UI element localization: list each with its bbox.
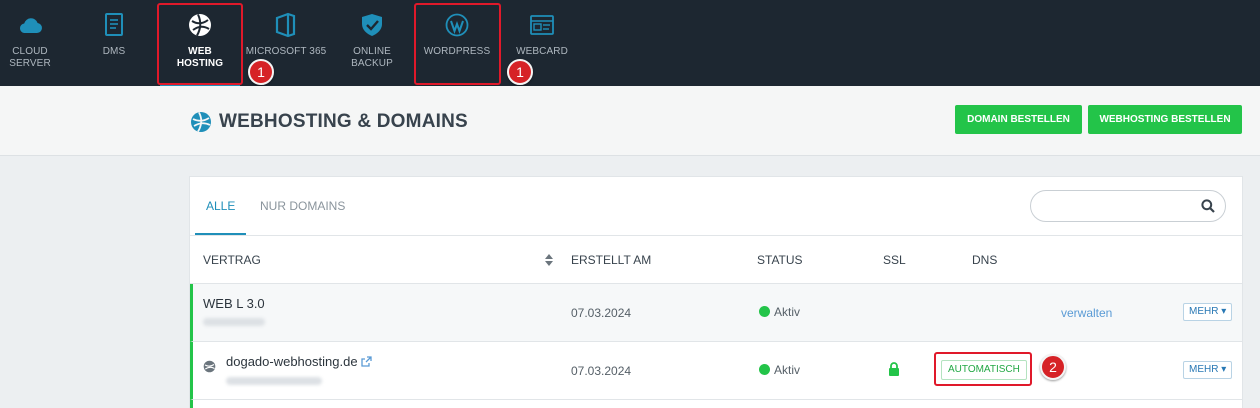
column-header-created: ERSTELLT AM <box>571 253 652 267</box>
caret-down-icon: ▾ <box>1221 364 1227 375</box>
nav-item-dms[interactable]: DMS <box>88 0 140 86</box>
globe-icon <box>191 112 211 132</box>
redacted-contract-id <box>203 318 265 326</box>
step-badge-2: 2 <box>1040 354 1066 380</box>
order-domain-button[interactable]: DOMAIN BESTELLEN <box>955 105 1082 134</box>
contracts-card: ALLE NUR DOMAINS VERTRAG ERSTELLT AM STA… <box>189 176 1243 408</box>
column-header-contract[interactable]: VERTRAG <box>203 253 261 267</box>
search-input[interactable] <box>1043 197 1193 215</box>
page-header: WEBHOSTING & DOMAINS DOMAIN BESTELLEN WE… <box>0 86 1260 156</box>
globe-icon <box>189 14 211 36</box>
more-label: MEHR <box>1189 364 1219 375</box>
created-date: 07.03.2024 <box>571 306 632 320</box>
status-cell: Aktiv <box>759 305 800 319</box>
order-webhosting-button[interactable]: WEBHOSTING BESTELLEN <box>1088 105 1242 134</box>
tab-domains-only[interactable]: NUR DOMAINS <box>260 177 345 235</box>
dns-automatic-badge: AUTOMATISCH <box>941 360 1027 380</box>
nav-item-wordpress[interactable]: WORDPRESS <box>418 0 496 86</box>
column-header-status: STATUS <box>757 253 803 267</box>
redacted-domain-info <box>226 377 322 385</box>
table-row: WEB L 3.0 07.03.2024 Aktiv verwalten MEH… <box>190 284 1242 342</box>
step-badge-1: 1 <box>507 59 533 85</box>
cloud-icon <box>19 18 42 33</box>
search-field[interactable] <box>1030 190 1226 222</box>
webcard-icon <box>530 15 554 35</box>
nav-label: WEBCARD <box>516 46 568 57</box>
manage-link[interactable]: verwalten <box>1061 306 1112 320</box>
more-dropdown-button[interactable]: MEHR ▾ <box>1183 361 1233 379</box>
status-active-icon <box>759 306 770 317</box>
status-text: Aktiv <box>774 363 801 377</box>
status-text: Aktiv <box>774 305 801 319</box>
nav-item-web-hosting[interactable]: WEB HOSTING <box>160 0 240 86</box>
shield-icon <box>362 14 382 36</box>
wordpress-icon <box>445 13 469 37</box>
status-cell: Aktiv <box>759 363 800 377</box>
nav-item-online-backup[interactable]: ONLINE BACKUP <box>338 0 406 86</box>
created-date: 07.03.2024 <box>571 364 632 378</box>
lock-icon <box>889 362 899 376</box>
globe-icon <box>203 360 216 373</box>
status-active-icon <box>759 364 770 375</box>
page-title: WEBHOSTING & DOMAINS <box>219 111 468 132</box>
nav-label: WEB HOSTING <box>176 46 224 69</box>
nav-item-cloud-server[interactable]: CLOUD SERVER <box>0 0 60 86</box>
top-navigation: CLOUD SERVER DMS WEB HOSTING MICROSOFT 3… <box>0 0 1260 86</box>
nav-label: DMS <box>102 46 126 57</box>
table-row: dogado-webhosting.de 07.03.2024 Aktiv AU… <box>190 342 1242 400</box>
contract-name: WEB L 3.0 <box>203 296 265 311</box>
more-dropdown-button[interactable]: MEHR ▾ <box>1183 303 1233 321</box>
external-link-icon[interactable] <box>361 356 372 367</box>
step-badge-1: 1 <box>248 59 274 85</box>
nav-label: WORDPRESS <box>423 46 491 57</box>
sort-icon[interactable] <box>545 254 553 266</box>
column-header-ssl: SSL <box>883 253 906 267</box>
search-icon[interactable] <box>1201 199 1215 213</box>
table-header: VERTRAG ERSTELLT AM STATUS SSL DNS <box>190 235 1242 284</box>
caret-down-icon: ▾ <box>1221 306 1227 317</box>
column-header-dns: DNS <box>972 253 998 267</box>
nav-label: MICROSOFT 365 <box>245 46 327 57</box>
more-label: MEHR <box>1189 306 1219 317</box>
tab-all[interactable]: ALLE <box>195 177 247 235</box>
document-icon <box>105 13 123 36</box>
office-icon <box>275 12 296 38</box>
nav-label: CLOUD SERVER <box>9 46 51 69</box>
domain-name[interactable]: dogado-webhosting.de <box>226 354 358 369</box>
table-row <box>190 400 1242 408</box>
nav-label: ONLINE BACKUP <box>351 46 393 69</box>
